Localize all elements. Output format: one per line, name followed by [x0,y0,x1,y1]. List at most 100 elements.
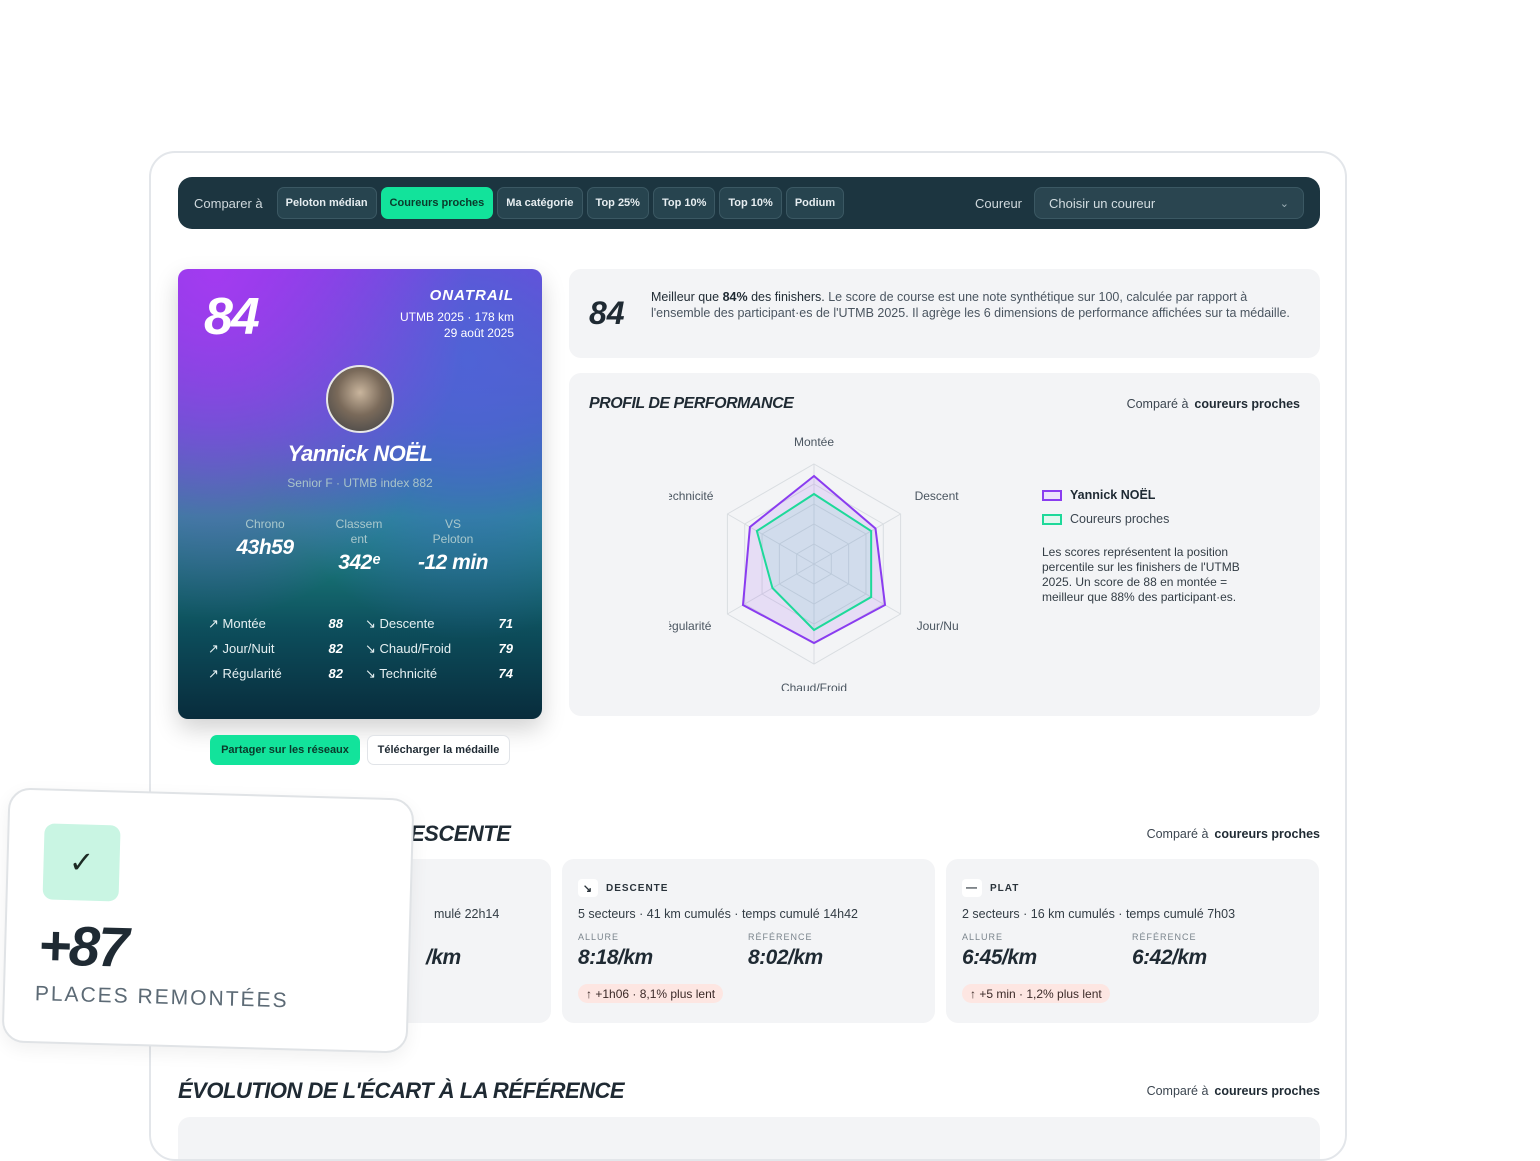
section-compare: Comparé à coureurs proches [1146,827,1320,841]
reference-label: RÉFÉRENCE [1132,932,1197,942]
radar-axis-label: Régularité [669,619,712,633]
card-description: 5 secteurs · 41 km cumulés · temps cumul… [578,907,858,921]
evolution-chart-panel [178,1117,1320,1159]
dim-value: 82 [328,666,343,681]
chip-top-10[interactable]: Top 10% [652,187,716,219]
check-icon: ✓ [42,823,121,902]
stat-vs-peloton: VS Peloton -12 min [408,517,498,575]
reference-value: 6:42/km [1132,946,1207,969]
allure-value: 8:18/km [578,946,653,969]
stat-label: Classem ent [335,517,383,546]
stat-classement: Classem ent 342ᵉ [314,517,404,575]
race-name: UTMB 2025 · 178 km [399,310,514,324]
delta-badge: ↑ +1h06 · 8,1% plus lent [578,984,724,1003]
chip-peloton-median[interactable]: Peloton médian [276,187,377,219]
legend-item-peers: Coureurs proches [1042,507,1272,531]
brand-logo: ONATRAIL [429,287,514,304]
performance-profile: PROFIL DE PERFORMANCE Comparé à coureurs … [569,373,1320,716]
places-gained-value: +87 [37,913,129,979]
dim-row: ↗ Montée 88 ↘ Descente 71 [208,611,518,636]
runner-label: Coureur [975,195,1022,211]
dim-row: ↗ Jour/Nuit 82 ↘ Chaud/Froid 79 [208,636,518,661]
card-allure: ALLURE 8:18/km [578,932,653,970]
card-reference: RÉFÉRENCE 6:42/km [1132,932,1207,970]
trend-down-icon: ↘ [365,665,380,681]
chip-coureurs-proches[interactable]: Coureurs proches [380,187,494,219]
dim-row: ↗ Régularité 82 ↘ Technicité 74 [208,661,518,686]
avatar [326,365,394,433]
score-summary: 84 Meilleur que 84% des finishers. Le sc… [569,269,1320,358]
evolution-section-header: ÉVOLUTION DE L'ÉCART À LA RÉFÉRENCE Comp… [178,1078,1320,1104]
arrow-down-right-icon: ↘ [578,879,598,897]
profile-title: PROFIL DE PERFORMANCE [589,395,794,412]
dim-technicite: ↘ Technicité [365,665,438,681]
dim-descente: ↘ Descente [365,615,435,631]
dim-value: 82 [328,641,343,656]
stat-value: 43h59 [236,536,294,559]
legend-swatch [1042,489,1062,501]
chip-top-10-b[interactable]: Top 10% [719,187,782,219]
minus-icon: — [962,879,982,897]
dim-chaud-froid: ↘ Chaud/Froid [365,640,452,656]
dim-montee: ↗ Montée [208,615,266,631]
allure-label: ALLURE [578,932,620,942]
allure-label [426,932,461,942]
summary-text: Meilleur que 84% des finishers. Le score… [651,290,1290,320]
legend-note: Les scores représentent la position perc… [1042,545,1240,604]
legend-swatch [1042,513,1062,525]
radar-axis-label: Chaud/Froid [781,681,847,691]
runner-select-value: Choisir un coureur [1049,195,1156,211]
card-kind: ↘ DESCENTE [578,879,668,897]
card-allure: /km [426,932,461,970]
card-kind: — PLAT [962,879,1019,897]
radar-axis-label: Montée [794,435,834,449]
medal-card: 84 ONATRAIL UTMB 2025 · 178 km 29 août 2… [178,269,542,719]
trend-up-icon: ↗ [208,640,223,656]
dim-regularite: ↗ Régularité [208,665,282,681]
radar-axis-label: Jour/Nui [917,619,959,633]
chip-ma-categorie[interactable]: Ma catégorie [497,187,583,219]
dim-value: 88 [328,616,343,631]
stat-value: 342ᵉ [338,551,380,574]
share-button[interactable]: Partager sur les réseaux [210,735,360,765]
stat-label: VS Peloton [432,517,474,546]
download-medal-button[interactable]: Télécharger la médaille [367,735,510,765]
places-gained-toast: ✓ +87 PLACES REMONTÉES [1,787,415,1054]
trend-down-icon: ↘ [365,640,380,656]
radar-chart: Montée Descente Jour/Nui Chaud/Froid Régular… [669,435,959,691]
race-date: 29 août 2025 [443,326,514,340]
chip-top-25[interactable]: Top 25% [586,187,649,219]
reference-label: RÉFÉRENCE [748,932,813,942]
trend-up-icon: ↗ [208,615,223,631]
allure-value: 6:45/km [962,946,1037,969]
card-description: 2 secteurs · 16 km cumulés · temps cumul… [962,907,1236,921]
dim-value: 71 [498,616,513,631]
trend-down-icon: ↘ [365,615,380,631]
legend-item-runner: Yannick NOËL [1042,483,1272,507]
stat-chrono: Chrono 43h59 [220,517,310,560]
runner-subtitle: Senior F · UTMB index 882 [287,476,433,490]
runner-select[interactable]: Choisir un coureur ⌄ [1034,187,1304,219]
dimension-scores: ↗ Montée 88 ↘ Descente 71 ↗ Jour/Nuit 82… [208,611,518,686]
radar-axis-label: Descente [915,489,959,503]
stat-value: -12 min [417,551,489,574]
compare-toolbar: Comparer à Peloton médian Coureurs proch… [178,177,1320,229]
chevron-down-icon: ⌄ [1279,197,1289,210]
section-compare: Comparé à coureurs proches [1146,1084,1320,1098]
card-description: mulé 22h14 [434,907,500,921]
compare-label: Comparer à [194,195,263,211]
delta-badge: ↑ +5 min · 1,2% plus lent [962,984,1110,1003]
dim-value: 74 [498,666,513,681]
terrain-card-plat: — PLAT 2 secteurs · 16 km cumulés · temps… [946,859,1319,1023]
radar-axis-label: echnicité [669,489,714,503]
card-allure: ALLURE 6:45/km [962,932,1037,970]
chart-legend: Yannick NOËL Coureurs proches Les scores… [1042,483,1272,605]
medal-score: 84 [204,288,260,346]
stat-label: Chrono [245,517,285,531]
summary-score: 84 [589,295,625,331]
places-gained-label: PLACES REMONTÉES [34,982,289,1013]
profile-compare: Comparé à coureurs proches [1126,397,1300,411]
chip-podium[interactable]: Podium [785,187,845,219]
reference-value: 8:02/km [748,946,823,969]
runner-name: Yannick NOËL [287,441,433,466]
